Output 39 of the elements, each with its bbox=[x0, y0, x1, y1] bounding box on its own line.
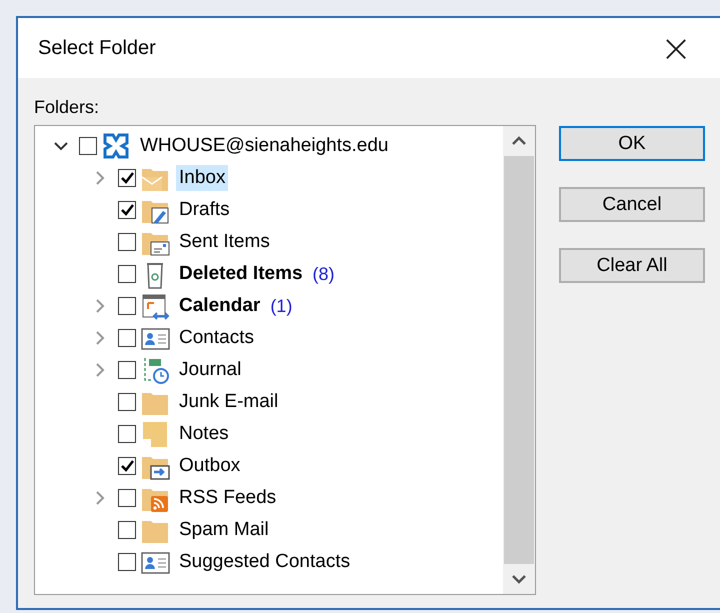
checkbox[interactable] bbox=[118, 233, 136, 251]
checkbox[interactable] bbox=[79, 137, 97, 155]
checkbox[interactable] bbox=[118, 201, 136, 219]
folder-name[interactable]: Deleted Items bbox=[176, 261, 306, 287]
window-title: Select Folder bbox=[38, 36, 156, 60]
checkbox[interactable] bbox=[118, 265, 136, 283]
folder-name[interactable]: Spam Mail bbox=[176, 517, 272, 543]
checkbox[interactable] bbox=[118, 425, 136, 443]
folder-name[interactable]: Outbox bbox=[176, 453, 244, 479]
folders-label: Folders: bbox=[34, 97, 100, 118]
checkbox[interactable] bbox=[118, 393, 136, 411]
unread-count: (1) bbox=[270, 296, 292, 316]
scroll-up-icon[interactable] bbox=[512, 136, 526, 146]
dialog-button[interactable]: Cancel bbox=[559, 187, 705, 222]
scrollbar[interactable] bbox=[503, 126, 535, 594]
checkbox[interactable] bbox=[118, 489, 136, 507]
folder-name[interactable]: Notes bbox=[176, 421, 232, 447]
folder-name[interactable]: Drafts bbox=[176, 197, 233, 223]
folder-name[interactable]: Inbox bbox=[176, 165, 228, 191]
checkbox[interactable] bbox=[118, 361, 136, 379]
close-button[interactable]: × bbox=[654, 29, 698, 67]
scroll-down-icon[interactable] bbox=[512, 574, 526, 584]
unread-count: (8) bbox=[312, 264, 335, 284]
checkbox[interactable] bbox=[118, 297, 136, 315]
checkbox[interactable] bbox=[118, 169, 136, 187]
folder-name[interactable]: Suggested Contacts bbox=[176, 549, 354, 575]
dialog-button[interactable]: OK bbox=[559, 126, 705, 161]
checkbox[interactable] bbox=[118, 457, 136, 475]
folder-name[interactable]: Calendar bbox=[176, 293, 264, 319]
checkbox[interactable] bbox=[118, 329, 136, 347]
folder-name[interactable]: Journal bbox=[176, 357, 244, 383]
checkbox[interactable] bbox=[118, 553, 136, 571]
folder-name[interactable]: Contacts bbox=[176, 325, 257, 351]
folder-name[interactable]: Sent Items bbox=[176, 229, 273, 255]
checkbox[interactable] bbox=[118, 521, 136, 539]
folder-name[interactable]: WHOUSE@sienaheights.edu bbox=[137, 133, 392, 159]
folder-name[interactable]: RSS Feeds bbox=[176, 485, 280, 511]
folder-name[interactable]: Junk E-mail bbox=[176, 389, 282, 415]
dialog-button[interactable]: Clear All bbox=[559, 248, 705, 283]
